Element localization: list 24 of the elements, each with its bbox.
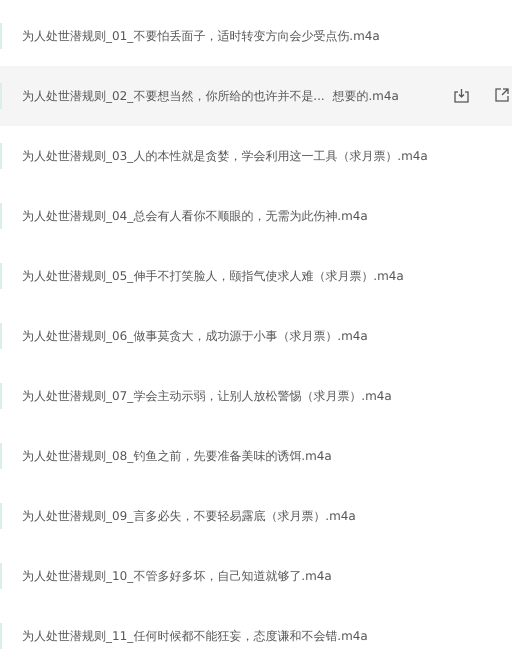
file-name: 为人处世潜规则_07_学会主动示弱，让别人放松警惕（求月票）.m4a — [22, 388, 392, 405]
file-name: 为人处世潜规则_08_钓鱼之前，先要准备美味的诱饵.m4a — [22, 448, 332, 465]
row-marker — [0, 143, 2, 169]
file-name: 为人处世潜规则_02_不要想当然，你所给的也许并不是... 想要的.m4a — [22, 88, 399, 105]
download-icon[interactable] — [453, 87, 470, 104]
row-marker — [0, 323, 2, 349]
share-icon[interactable] — [494, 87, 510, 103]
row-marker — [0, 503, 2, 529]
file-name: 为人处世潜规则_01_不要怕丢面子，适时转变方向会少受点伤.m4a — [22, 28, 380, 45]
file-name: 为人处世潜规则_11_任何时候都不能狂妄，态度谦和不会错.m4a — [22, 628, 368, 645]
row-marker — [0, 563, 2, 589]
file-name: 为人处世潜规则_03_人的本性就是贪婪，学会利用这一工具（求月票）.m4a — [22, 148, 428, 165]
row-marker — [0, 623, 2, 649]
file-row[interactable]: 为人处世潜规则_02_不要想当然，你所给的也许并不是... 想要的.m4a — [0, 66, 512, 126]
row-marker — [0, 263, 2, 289]
file-name: 为人处世潜规则_10_不管多好多坏，自己知道就够了.m4a — [22, 568, 332, 585]
row-marker — [0, 443, 2, 469]
row-marker — [0, 383, 2, 409]
file-name: 为人处世潜规则_04_总会有人看你不顺眼的，无需为此伤神.m4a — [22, 208, 368, 225]
row-marker — [0, 23, 2, 49]
file-name: 为人处世潜规则_09_言多必失，不要轻易露底（求月票）.m4a — [22, 508, 356, 525]
file-name: 为人处世潜规则_05_伸手不打笑脸人，颐指气使求人难（求月票）.m4a — [22, 268, 404, 285]
row-marker — [0, 203, 2, 229]
file-name: 为人处世潜规则_06_做事莫贪大，成功源于小事（求月票）.m4a — [22, 328, 368, 345]
